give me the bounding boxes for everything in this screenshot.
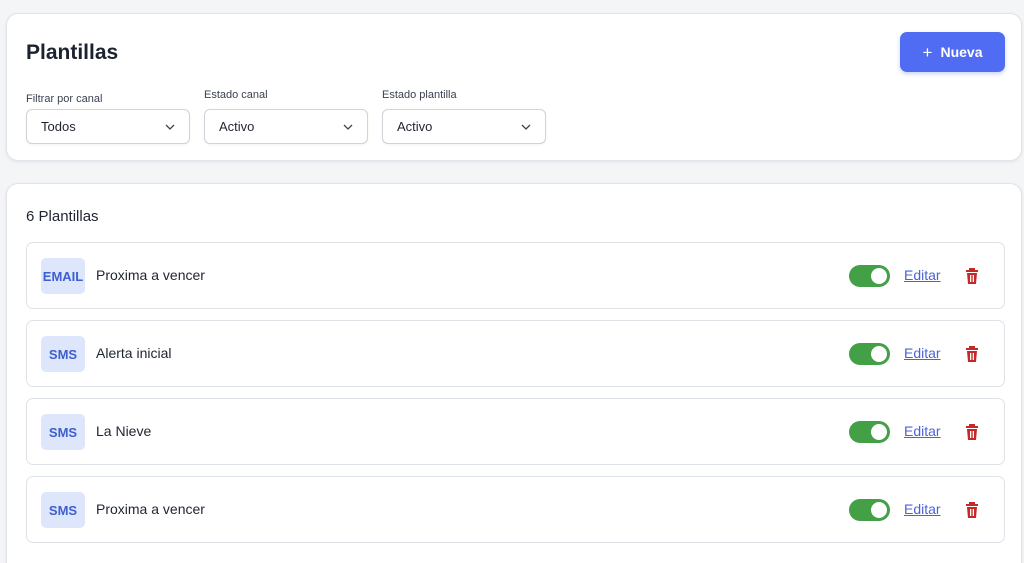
template-status-value: Activo — [397, 119, 433, 134]
edit-link[interactable]: Editar — [904, 423, 941, 439]
chevron-down-icon — [165, 124, 175, 130]
trash-icon[interactable] — [965, 345, 979, 363]
templates-list-panel: 6 Plantillas EMAIL Proxima a vencer Edit… — [6, 183, 1022, 563]
edit-link[interactable]: Editar — [904, 267, 941, 283]
channel-filter-label: Filtrar por canal — [26, 93, 103, 105]
template-status-select[interactable]: Activo — [382, 109, 546, 144]
trash-icon[interactable] — [965, 423, 979, 441]
toggle-knob — [871, 502, 887, 518]
active-toggle[interactable] — [849, 343, 890, 365]
channel-status-label: Estado canal — [204, 89, 268, 101]
template-name: Proxima a vencer — [96, 267, 205, 283]
toggle-knob — [871, 346, 887, 362]
new-template-button[interactable]: + Nueva — [900, 32, 1005, 72]
edit-link[interactable]: Editar — [904, 345, 941, 361]
template-name: Proxima a vencer — [96, 501, 205, 517]
channel-badge: EMAIL — [41, 258, 85, 294]
plus-icon: + — [922, 42, 933, 62]
template-name: Alerta inicial — [96, 345, 172, 361]
page-title: Plantillas — [26, 41, 119, 64]
templates-count: 6 Plantillas — [26, 208, 99, 225]
channel-status-select[interactable]: Activo — [204, 109, 368, 144]
template-status-label: Estado plantilla — [382, 89, 457, 101]
active-toggle[interactable] — [849, 421, 890, 443]
channel-filter-select[interactable]: Todos — [26, 109, 190, 144]
new-button-label: Nueva — [940, 44, 983, 60]
chevron-down-icon — [521, 124, 531, 130]
channel-status-value: Activo — [219, 119, 255, 134]
active-toggle[interactable] — [849, 265, 890, 287]
chevron-down-icon — [343, 124, 353, 130]
toggle-knob — [871, 424, 887, 440]
header-panel: Plantillas + Nueva Filtrar por canal Tod… — [6, 13, 1022, 161]
trash-icon[interactable] — [965, 267, 979, 285]
template-item: SMS Proxima a vencer Editar — [26, 476, 1005, 543]
edit-link[interactable]: Editar — [904, 501, 941, 517]
channel-badge: SMS — [41, 492, 85, 528]
trash-icon[interactable] — [965, 501, 979, 519]
template-item: SMS La Nieve Editar — [26, 398, 1005, 465]
template-item: SMS Alerta inicial Editar — [26, 320, 1005, 387]
active-toggle[interactable] — [849, 499, 890, 521]
template-name: La Nieve — [96, 423, 152, 439]
toggle-knob — [871, 268, 887, 284]
channel-badge: SMS — [41, 414, 85, 450]
channel-badge: SMS — [41, 336, 85, 372]
channel-filter-value: Todos — [41, 119, 76, 134]
template-item: EMAIL Proxima a vencer Editar — [26, 242, 1005, 309]
